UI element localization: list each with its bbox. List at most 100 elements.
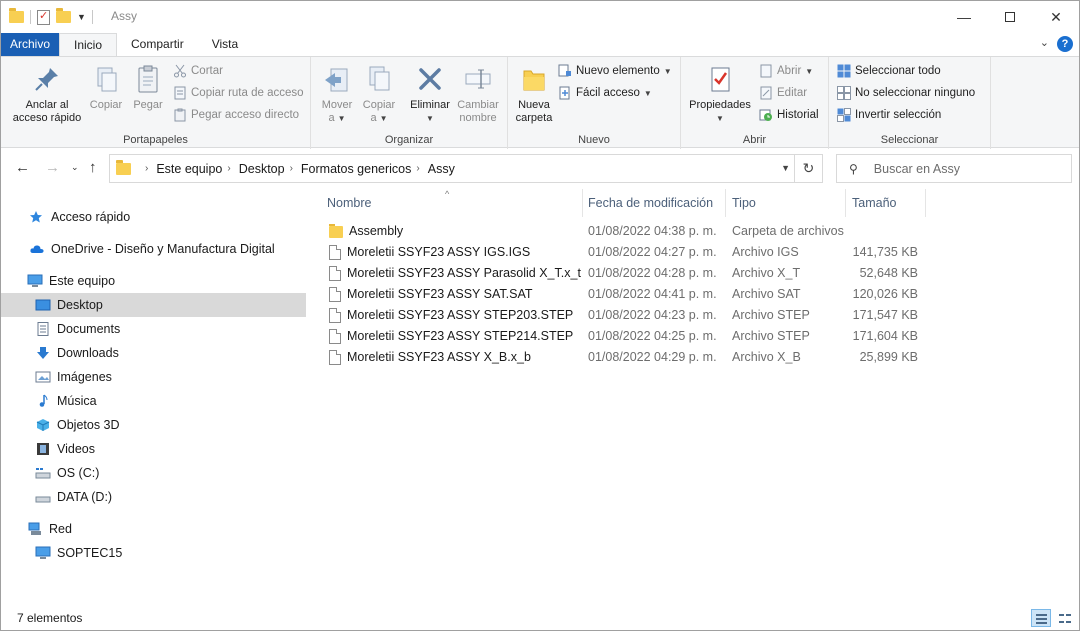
recent-locations-chevron-icon[interactable]: ⌄ (71, 162, 79, 173)
nav-item-musica[interactable]: Música (1, 389, 306, 413)
file-icon (329, 287, 341, 302)
file-name: Moreletii SSYF23 ASSY IGS.IGS (347, 245, 531, 259)
details-view-icon[interactable] (1031, 609, 1051, 627)
new-folder-button[interactable]: Nueva carpeta (512, 61, 556, 125)
delete-dropdown-icon[interactable]: ▼ (407, 112, 453, 125)
column-header-date[interactable]: Fecha de modificación (582, 189, 726, 217)
address-bar[interactable]: › Este equipo › Desktop › Formatos gener… (109, 154, 823, 183)
download-arrow-icon (35, 346, 51, 360)
table-row[interactable]: Moreletii SSYF23 ASSY Parasolid X_T.x_t … (321, 263, 931, 284)
open-button[interactable]: Abrir ▼ (759, 61, 813, 81)
invert-selection-button[interactable]: Invertir selección (837, 105, 941, 125)
folder-icon (116, 159, 131, 175)
nav-item-data-d[interactable]: DATA (D:) (1, 485, 306, 509)
large-icons-view-icon[interactable] (1054, 609, 1074, 627)
file-type: Archivo STEP (732, 329, 810, 343)
refresh-icon[interactable]: ↻ (794, 155, 822, 182)
nav-item-quick-access[interactable]: Acceso rápido (1, 205, 306, 229)
table-row[interactable]: Moreletii SSYF23 ASSY SAT.SAT 01/08/2022… (321, 284, 931, 305)
minimize-button[interactable]: — (941, 1, 987, 33)
new-folder-icon[interactable] (56, 8, 71, 23)
chevron-right-icon[interactable]: › (227, 163, 230, 174)
easy-access-dropdown-icon: ▼ (643, 88, 652, 98)
nav-item-objetos-3d[interactable]: Objetos 3D (1, 413, 306, 437)
forward-arrow-icon[interactable]: → (45, 159, 60, 176)
select-none-button[interactable]: No seleccionar ninguno (837, 83, 975, 103)
music-note-icon (35, 394, 51, 408)
nav-item-this-pc[interactable]: Este equipo (1, 269, 306, 293)
move-to-button[interactable]: Mover a ▼ (317, 61, 357, 125)
delete-label: Eliminar (410, 99, 450, 111)
properties-dropdown-icon[interactable]: ▼ (685, 112, 755, 125)
paste-button[interactable]: Pegar (129, 61, 167, 112)
nav-item-soptec15[interactable]: SOPTEC15 (1, 541, 306, 565)
maximize-button[interactable] (987, 1, 1033, 33)
copy-path-button[interactable]: Copiar ruta de acceso (173, 83, 304, 103)
table-row[interactable]: Assembly 01/08/2022 04:38 p. m. Carpeta … (321, 221, 931, 242)
nav-item-documents[interactable]: Documents (1, 317, 306, 341)
copy-to-button[interactable]: Copiar a ▼ (359, 61, 399, 125)
computer-icon (35, 546, 51, 560)
close-button[interactable]: ✕ (1033, 1, 1079, 33)
file-size: 52,648 KB (859, 266, 918, 280)
cut-button[interactable]: Cortar (173, 61, 223, 81)
nav-item-network[interactable]: Red (1, 517, 306, 541)
window-title: Assy (111, 9, 138, 23)
breadcrumb-formatos-genericos[interactable]: Formatos genericos (301, 162, 411, 176)
table-row[interactable]: Moreletii SSYF23 ASSY IGS.IGS 01/08/2022… (321, 242, 931, 263)
pin-quick-access-button[interactable]: Anclar al acceso rápido (9, 61, 85, 125)
history-button[interactable]: Historial (759, 105, 819, 125)
table-row[interactable]: Moreletii SSYF23 ASSY STEP203.STEP 01/08… (321, 305, 931, 326)
paste-shortcut-button[interactable]: Pegar acceso directo (173, 105, 299, 125)
nav-item-os-c[interactable]: OS (C:) (1, 461, 306, 485)
collapse-ribbon-chevron-icon[interactable]: ⌄ (1040, 36, 1049, 49)
tab-compartir[interactable]: Compartir (117, 33, 198, 56)
edit-button[interactable]: Editar (759, 83, 807, 103)
up-arrow-icon[interactable]: ↑ (89, 159, 97, 176)
copy-path-label: Copiar ruta de acceso (191, 87, 304, 99)
back-arrow-icon[interactable]: ← (15, 159, 30, 176)
chevron-right-icon[interactable]: › (416, 163, 419, 174)
copy-button[interactable]: Copiar (87, 61, 125, 112)
chevron-right-icon[interactable]: › (290, 163, 293, 174)
nav-item-downloads[interactable]: Downloads (1, 341, 306, 365)
column-header-type[interactable]: Tipo (726, 189, 846, 217)
tab-inicio[interactable]: Inicio (59, 33, 118, 57)
nav-item-videos[interactable]: Videos (1, 437, 306, 461)
address-history-dropdown-icon[interactable]: ▼ (781, 163, 790, 173)
easy-access-icon (558, 86, 572, 100)
chevron-right-icon[interactable]: › (145, 163, 148, 174)
breadcrumb-este-equipo[interactable]: Este equipo (156, 162, 222, 176)
nav-item-onedrive[interactable]: OneDrive - Diseño y Manufactura Digital (1, 237, 306, 261)
nav-item-imagenes[interactable]: Imágenes (1, 365, 306, 389)
help-icon[interactable]: ? (1057, 36, 1073, 52)
select-all-button[interactable]: Seleccionar todo (837, 61, 941, 81)
customize-toolbar-chevron-icon[interactable]: ▼ (77, 12, 86, 22)
tab-archivo[interactable]: Archivo (1, 33, 59, 56)
delete-button[interactable]: Eliminar ▼ (407, 61, 453, 125)
breadcrumb-desktop[interactable]: Desktop (239, 162, 285, 176)
file-size: 120,026 KB (852, 287, 918, 301)
table-row[interactable]: Moreletii SSYF23 ASSY STEP214.STEP 01/08… (321, 326, 931, 347)
column-header-size[interactable]: Tamaño (846, 189, 926, 217)
column-header-name[interactable]: ^ Nombre (321, 189, 583, 217)
properties-icon[interactable] (37, 9, 50, 25)
film-icon (35, 442, 51, 456)
move-to-icon (321, 63, 353, 95)
tab-vista[interactable]: Vista (198, 33, 252, 56)
new-item-button[interactable]: Nuevo elemento ▼ (558, 61, 672, 81)
properties-button[interactable]: Propiedades ▼ (685, 61, 755, 125)
rename-button[interactable]: Cambiar nombre (455, 61, 501, 125)
table-row[interactable]: Moreletii SSYF23 ASSY X_B.x_b 01/08/2022… (321, 347, 931, 368)
pin-label-line1: Anclar al (25, 99, 69, 111)
breadcrumb-assy[interactable]: Assy (428, 162, 455, 176)
minimize-icon: — (957, 9, 971, 25)
group-abrir: Propiedades ▼ Abrir ▼ Editar Historial A… (681, 57, 829, 149)
group-organizar: Mover a ▼ Copiar a ▼ Eliminar ▼ Cambiar … (311, 57, 508, 149)
file-list: ^ Nombre Fecha de modificación Tipo Tama… (321, 189, 1079, 599)
easy-access-button[interactable]: Fácil acceso ▼ (558, 83, 652, 103)
nav-item-desktop[interactable]: Desktop (1, 293, 306, 317)
group-label-organizar: Organizar (384, 134, 434, 146)
clipboard-icon (132, 63, 164, 95)
search-input[interactable]: ⚲ Buscar en Assy (836, 154, 1072, 183)
